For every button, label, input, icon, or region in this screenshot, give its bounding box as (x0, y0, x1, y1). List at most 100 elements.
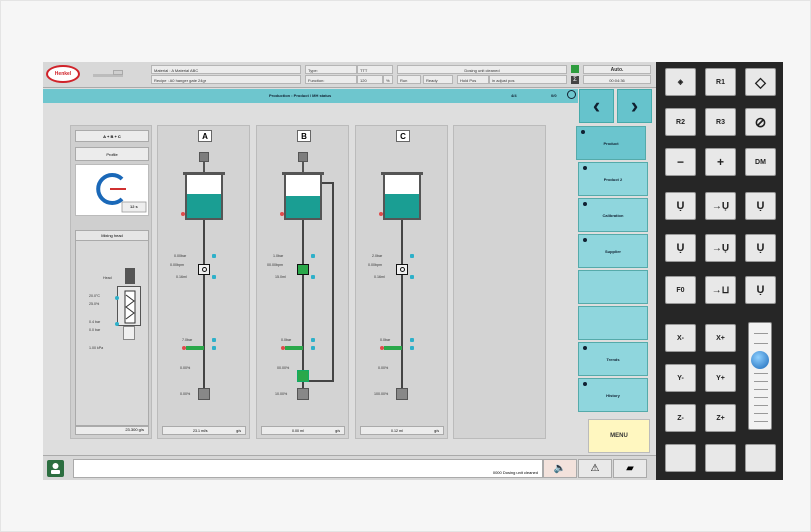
y-plus-key[interactable]: Y+ (705, 364, 736, 392)
ready-status: Ready (423, 75, 453, 84)
minus-key[interactable]: − (665, 148, 696, 176)
percent-value: 0.00% (180, 366, 191, 370)
profile-gauge[interactable]: 12 s (75, 164, 149, 216)
bracket-key[interactable]: →⊔ (705, 276, 736, 304)
warning-button[interactable]: ⚠ (578, 459, 612, 478)
tab-supplier[interactable]: Supplier (578, 234, 648, 268)
tab-marker-icon (583, 202, 587, 206)
r3-key[interactable]: R3 (705, 108, 736, 136)
flush-key[interactable]: Ụ (745, 234, 776, 262)
header: Henkel Material : A Material ABC Recipe … (43, 62, 656, 88)
key-label: Y+ (716, 374, 725, 382)
dose-key[interactable]: Ụ (665, 234, 696, 262)
mixer-footer: 23.300 g/s (75, 426, 149, 435)
key-label: Z+ (716, 414, 725, 422)
x-plus-key[interactable]: X+ (705, 324, 736, 352)
component-letter: B (297, 130, 311, 142)
hold-pos-value: in adjust pos (489, 75, 567, 84)
recirculation-valve[interactable] (297, 370, 309, 382)
z-minus-key[interactable]: Z- (665, 404, 696, 432)
clean-key[interactable]: Ụ (745, 276, 776, 304)
home-key[interactable]: ◈ (665, 68, 696, 96)
tab-empty-1[interactable] (578, 270, 648, 304)
dosing-valve[interactable] (198, 264, 210, 275)
x-minus-key[interactable]: X- (665, 324, 696, 352)
home-icon: ◈ (677, 79, 684, 86)
sensor-dot (311, 254, 315, 258)
component-letter: A (198, 130, 212, 142)
gauge-icon (96, 173, 147, 213)
dm-key[interactable]: DM (745, 148, 776, 176)
stop-key[interactable]: ⊘ (745, 108, 776, 136)
static-mixer-icon (117, 286, 141, 326)
material-field[interactable]: Material : A Material ABC (151, 65, 301, 74)
slider-knob[interactable] (751, 351, 769, 369)
component-letter: C (396, 130, 410, 142)
purge-key[interactable]: Ụ (745, 192, 776, 220)
flow-indicator (186, 346, 204, 350)
flow-value: 0.12 ml (391, 429, 403, 433)
tank-b[interactable] (282, 172, 324, 220)
component-column-a: A 0.00bar 0.00bpm 0.16ml 7.0bar 0.00% 0.… (157, 125, 250, 439)
r1-key[interactable]: R1 (705, 68, 736, 96)
recipe-field[interactable]: Recipe : A0 hanger gate 24gr (151, 75, 301, 84)
key-label: X- (677, 334, 684, 342)
tab-product[interactable]: Product (576, 126, 646, 160)
refill-key[interactable]: →Ụ (705, 234, 736, 262)
blank-key-1[interactable] (665, 444, 696, 472)
dispense-key[interactable]: Ụ (665, 192, 696, 220)
key-label: − (676, 155, 684, 169)
nav-prev-button[interactable]: ‹ (579, 89, 614, 123)
chevron-right-icon: › (630, 93, 639, 118)
nav-next-button[interactable]: › (617, 89, 652, 123)
outlet-pressure: 0.0bar (281, 338, 292, 342)
tab-trends[interactable]: Trends (578, 342, 648, 376)
status-message: 0000 Dosing unit cleaned (492, 470, 538, 475)
sensor-dot (410, 254, 414, 258)
tab-empty-2[interactable] (578, 306, 648, 340)
dosing-valve[interactable] (297, 264, 309, 275)
low-level-alarm-dot (280, 212, 284, 216)
tab-product-2[interactable]: Product 2 (578, 162, 648, 196)
sigma-icon: Σ (571, 76, 579, 84)
tab-history[interactable]: History (578, 378, 648, 412)
plus-key[interactable]: + (705, 148, 736, 176)
f0-key[interactable]: F0 (665, 276, 696, 304)
message-line: 0000 Dosing unit cleaned (73, 459, 543, 478)
nozzle-icon (123, 326, 135, 340)
title-bar: Production : Product / MH status 4/4 0/0 (43, 89, 578, 103)
flow-value: 0.00 ml (292, 429, 304, 433)
key-label: R3 (716, 118, 725, 126)
dispense-icon: Ụ (676, 200, 685, 212)
tab-marker-icon (583, 166, 587, 170)
speed-slider[interactable] (748, 322, 772, 430)
drum-pump-icon (298, 152, 308, 162)
flow-indicator (285, 346, 303, 350)
info-icon[interactable] (567, 90, 576, 99)
start-key[interactable]: ◇ (745, 68, 776, 96)
keypad: ◈ R1 ◇ R2 R3 ⊘ − + DM Ụ →Ụ Ụ Ụ →Ụ Ụ F0 →… (656, 62, 783, 480)
menu-button[interactable]: MENU (588, 419, 650, 453)
chevron-left-icon: ‹ (592, 93, 601, 118)
dosing-valve[interactable] (396, 264, 408, 275)
z-plus-key[interactable]: Z+ (705, 404, 736, 432)
pressure-value: 1.0bar (273, 254, 284, 258)
acknowledge-button[interactable]: 🔈 (543, 459, 577, 478)
tank-a[interactable] (183, 172, 225, 220)
y-minus-key[interactable]: Y- (665, 364, 696, 392)
pump-in-icon: →Ụ (711, 200, 730, 212)
pressure-3: 1.00 kPa (89, 346, 104, 350)
flow-indicator (384, 346, 402, 350)
flow-value: 23.1 ml/s (193, 429, 208, 433)
erase-button[interactable]: ▰ (613, 459, 647, 478)
user-icon[interactable] (47, 460, 64, 477)
blank-key-2[interactable] (705, 444, 736, 472)
outlet-pressure: 0.0bar (380, 338, 391, 342)
pump-in-key[interactable]: →Ụ (705, 192, 736, 220)
tank-c[interactable] (381, 172, 423, 220)
drum-pump-icon (199, 152, 209, 162)
r2-key[interactable]: R2 (665, 108, 696, 136)
blank-key-3[interactable] (745, 444, 776, 472)
tab-calibration[interactable]: Calibration (578, 198, 648, 232)
tab-label: History (606, 392, 620, 398)
